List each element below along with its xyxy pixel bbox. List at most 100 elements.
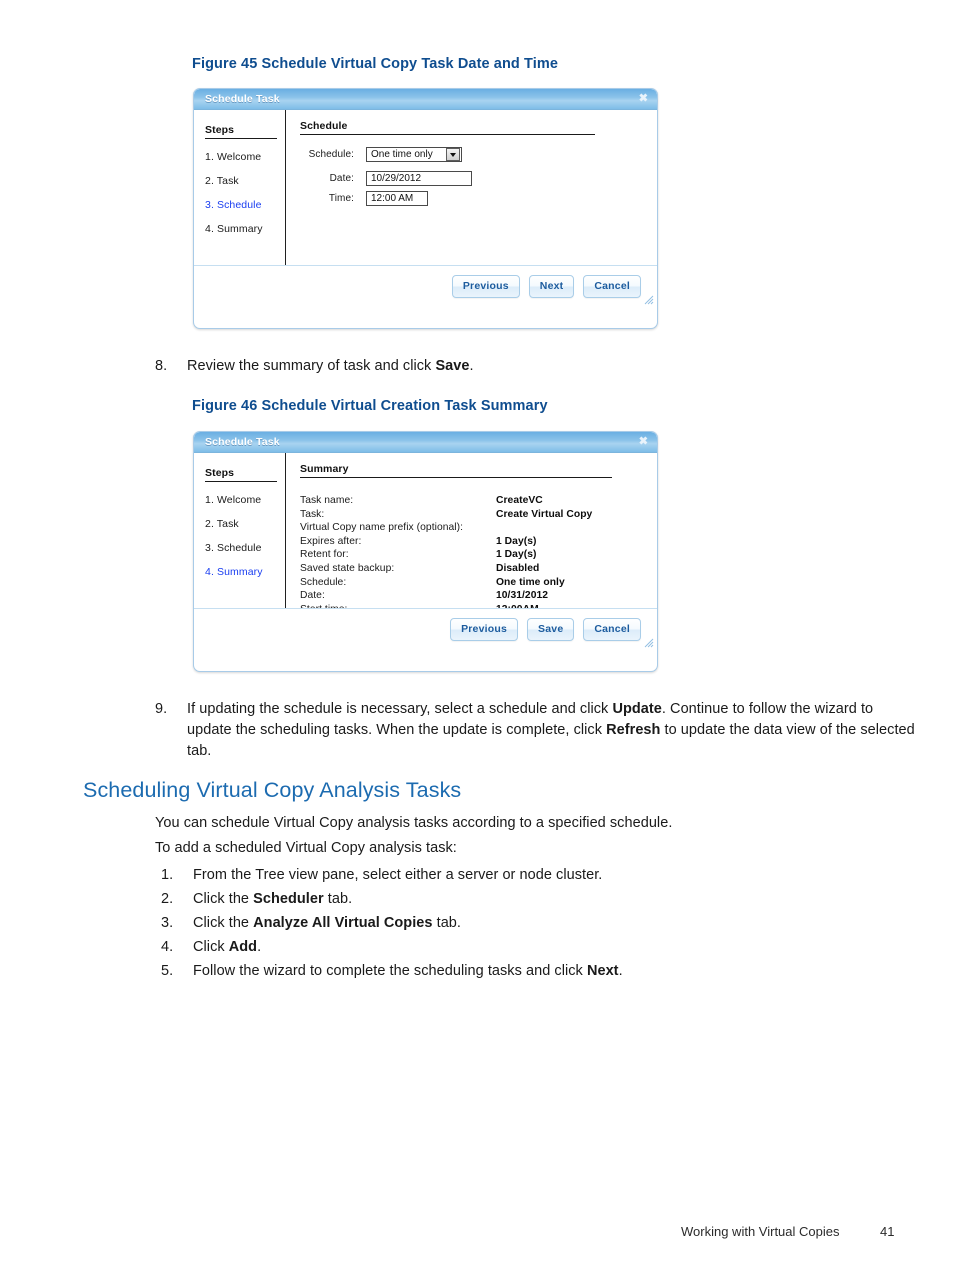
- step-3-number: 3.: [161, 915, 174, 931]
- dialog-titlebar[interactable]: Schedule Task ✖: [194, 89, 657, 110]
- step-1-number: 1.: [161, 867, 174, 883]
- step-5-text: Follow the wizard to complete the schedu…: [193, 961, 895, 982]
- list-item-step-8: 8. Review the summary of task and click …: [155, 356, 855, 377]
- list-item-step-4: 4. Click Add.: [155, 937, 895, 958]
- dialog-titlebar[interactable]: Schedule Task ✖: [194, 432, 657, 453]
- step-5-before: Follow the wizard to complete the schedu…: [193, 963, 587, 979]
- step-2-after: tab.: [323, 891, 353, 907]
- table-row: Virtual Copy name prefix (optional):: [300, 521, 657, 535]
- table-row: Schedule: One time only: [300, 576, 657, 590]
- step-9-number: 9.: [155, 701, 168, 717]
- figure-46-caption: Figure 46 Schedule Virtual Creation Task…: [192, 398, 548, 414]
- step-8-text-before: Review the summary of task and click: [187, 358, 436, 374]
- summary-key: Expires after:: [300, 535, 362, 547]
- sidebar-item-summary[interactable]: 4. Summary: [205, 223, 285, 235]
- summary-value: Create Virtual Copy: [496, 508, 593, 520]
- section-paragraph-2: To add a scheduled Virtual Copy analysis…: [155, 840, 457, 856]
- summary-key: Virtual Copy name prefix (optional):: [300, 522, 464, 534]
- step-2-bold: Scheduler: [253, 891, 324, 907]
- step-2-before: Click the: [193, 891, 254, 907]
- content-header: Summary: [300, 463, 612, 478]
- steps-header: Steps: [205, 467, 277, 482]
- summary-key: Schedule:: [300, 576, 347, 588]
- step-4-number: 4.: [161, 939, 174, 955]
- dialog-body: Steps 1. Welcome 2. Task 3. Schedule 4. …: [194, 110, 657, 265]
- step-8-bold: Save: [435, 358, 470, 374]
- page-title: Scheduling Virtual Copy Analysis Tasks: [83, 778, 462, 802]
- summary-key: Date:: [300, 590, 325, 602]
- summary-key: Task:: [300, 508, 325, 520]
- summary-value: 1 Day(s): [496, 535, 537, 547]
- sidebar-item-welcome[interactable]: 1. Welcome: [205, 151, 285, 163]
- schedule-label: Schedule:: [308, 149, 354, 160]
- step-4-after: .: [257, 939, 262, 955]
- step-2-text: Click the Scheduler tab.: [193, 889, 895, 910]
- content-pane: Schedule Schedule: One time only Date: 1…: [286, 110, 657, 265]
- table-row: Date: 10/31/2012: [300, 589, 657, 603]
- sidebar-item-schedule[interactable]: 3. Schedule: [205, 542, 285, 554]
- save-button[interactable]: Save: [527, 618, 575, 641]
- summary-key: Retent for:: [300, 549, 349, 561]
- dialog-footer: Previous Next Cancel: [194, 265, 657, 307]
- schedule-task-dialog-date-time[interactable]: Schedule Task ✖ Steps 1. Welcome 2. Task…: [193, 88, 658, 329]
- step-9-part1: If updating the schedule is necessary, s…: [187, 701, 613, 717]
- step-5-bold: Next: [586, 963, 619, 979]
- section-paragraph-1: You can schedule Virtual Copy analysis t…: [155, 815, 673, 831]
- cancel-button[interactable]: Cancel: [583, 618, 641, 641]
- time-label: Time:: [328, 193, 354, 204]
- chevron-down-icon[interactable]: [446, 148, 460, 161]
- step-3-before: Click the: [193, 915, 254, 931]
- sidebar-item-task[interactable]: 2. Task: [205, 175, 285, 187]
- close-icon[interactable]: ✖: [639, 436, 648, 448]
- cancel-button[interactable]: Cancel: [583, 275, 641, 298]
- summary-table: Task name: CreateVC Task: Create Virtual…: [300, 494, 657, 616]
- sidebar-item-summary[interactable]: 4. Summary: [205, 566, 285, 578]
- dialog-footer: Previous Save Cancel: [194, 608, 657, 650]
- step-4-text: Click Add.: [193, 937, 895, 958]
- footer-title: Working with Virtual Copies: [681, 1224, 840, 1239]
- sidebar-item-welcome[interactable]: 1. Welcome: [205, 494, 285, 506]
- previous-button[interactable]: Previous: [451, 275, 520, 298]
- list-item-step-5: 5. Follow the wizard to complete the sch…: [155, 961, 895, 982]
- summary-value: One time only: [496, 576, 565, 588]
- sidebar-item-task[interactable]: 2. Task: [205, 518, 285, 530]
- step-5-number: 5.: [161, 963, 174, 979]
- summary-value: 1 Day(s): [496, 549, 537, 561]
- steps-header: Steps: [205, 124, 277, 139]
- date-label: Date:: [329, 173, 354, 184]
- previous-button[interactable]: Previous: [450, 618, 519, 641]
- step-8-text-after: .: [469, 358, 474, 374]
- step-3-after: tab.: [432, 915, 461, 931]
- time-field-row: Time: 12:00 AM: [300, 191, 657, 206]
- steps-pane: Steps 1. Welcome 2. Task 3. Schedule 4. …: [194, 453, 286, 608]
- step-4-before: Click: [193, 939, 229, 955]
- close-icon[interactable]: ✖: [639, 93, 648, 105]
- step-1-before: From the Tree view pane, select either a…: [193, 867, 603, 883]
- summary-key: Saved state backup:: [300, 562, 395, 574]
- schedule-task-dialog-summary[interactable]: Schedule Task ✖ Steps 1. Welcome 2. Task…: [193, 431, 658, 672]
- resize-grip-icon[interactable]: [644, 638, 654, 648]
- resize-grip-icon[interactable]: [644, 295, 654, 305]
- list-item-step-2: 2. Click the Scheduler tab.: [155, 889, 895, 910]
- date-field-row: Date: 10/29/2012: [300, 171, 657, 186]
- dialog-title: Schedule Task: [205, 436, 280, 448]
- step-9-bold-refresh: Refresh: [606, 722, 661, 738]
- sidebar-item-schedule[interactable]: 3. Schedule: [205, 199, 285, 211]
- schedule-field-row: Schedule: One time only: [300, 147, 657, 162]
- date-input[interactable]: 10/29/2012: [366, 171, 472, 186]
- content-header: Schedule: [300, 120, 595, 135]
- schedule-form: Schedule: One time only Date: 10/29/2012…: [300, 147, 657, 206]
- step-8-number: 8.: [155, 358, 168, 374]
- step-1-text: From the Tree view pane, select either a…: [193, 865, 895, 886]
- schedule-select-value: One time only: [371, 149, 433, 160]
- time-input[interactable]: 12:00 AM: [366, 191, 428, 206]
- table-row: Saved state backup: Disabled: [300, 562, 657, 576]
- next-button[interactable]: Next: [528, 275, 575, 298]
- step-9-text: If updating the schedule is necessary, s…: [187, 699, 915, 762]
- table-row: Task: Create Virtual Copy: [300, 508, 657, 522]
- table-row: Retent for: 1 Day(s): [300, 548, 657, 562]
- schedule-select[interactable]: One time only: [366, 147, 462, 162]
- list-item-step-1: 1. From the Tree view pane, select eithe…: [155, 865, 895, 886]
- content-pane: Summary Task name: CreateVC Task: Create…: [286, 453, 657, 615]
- step-2-number: 2.: [161, 891, 174, 907]
